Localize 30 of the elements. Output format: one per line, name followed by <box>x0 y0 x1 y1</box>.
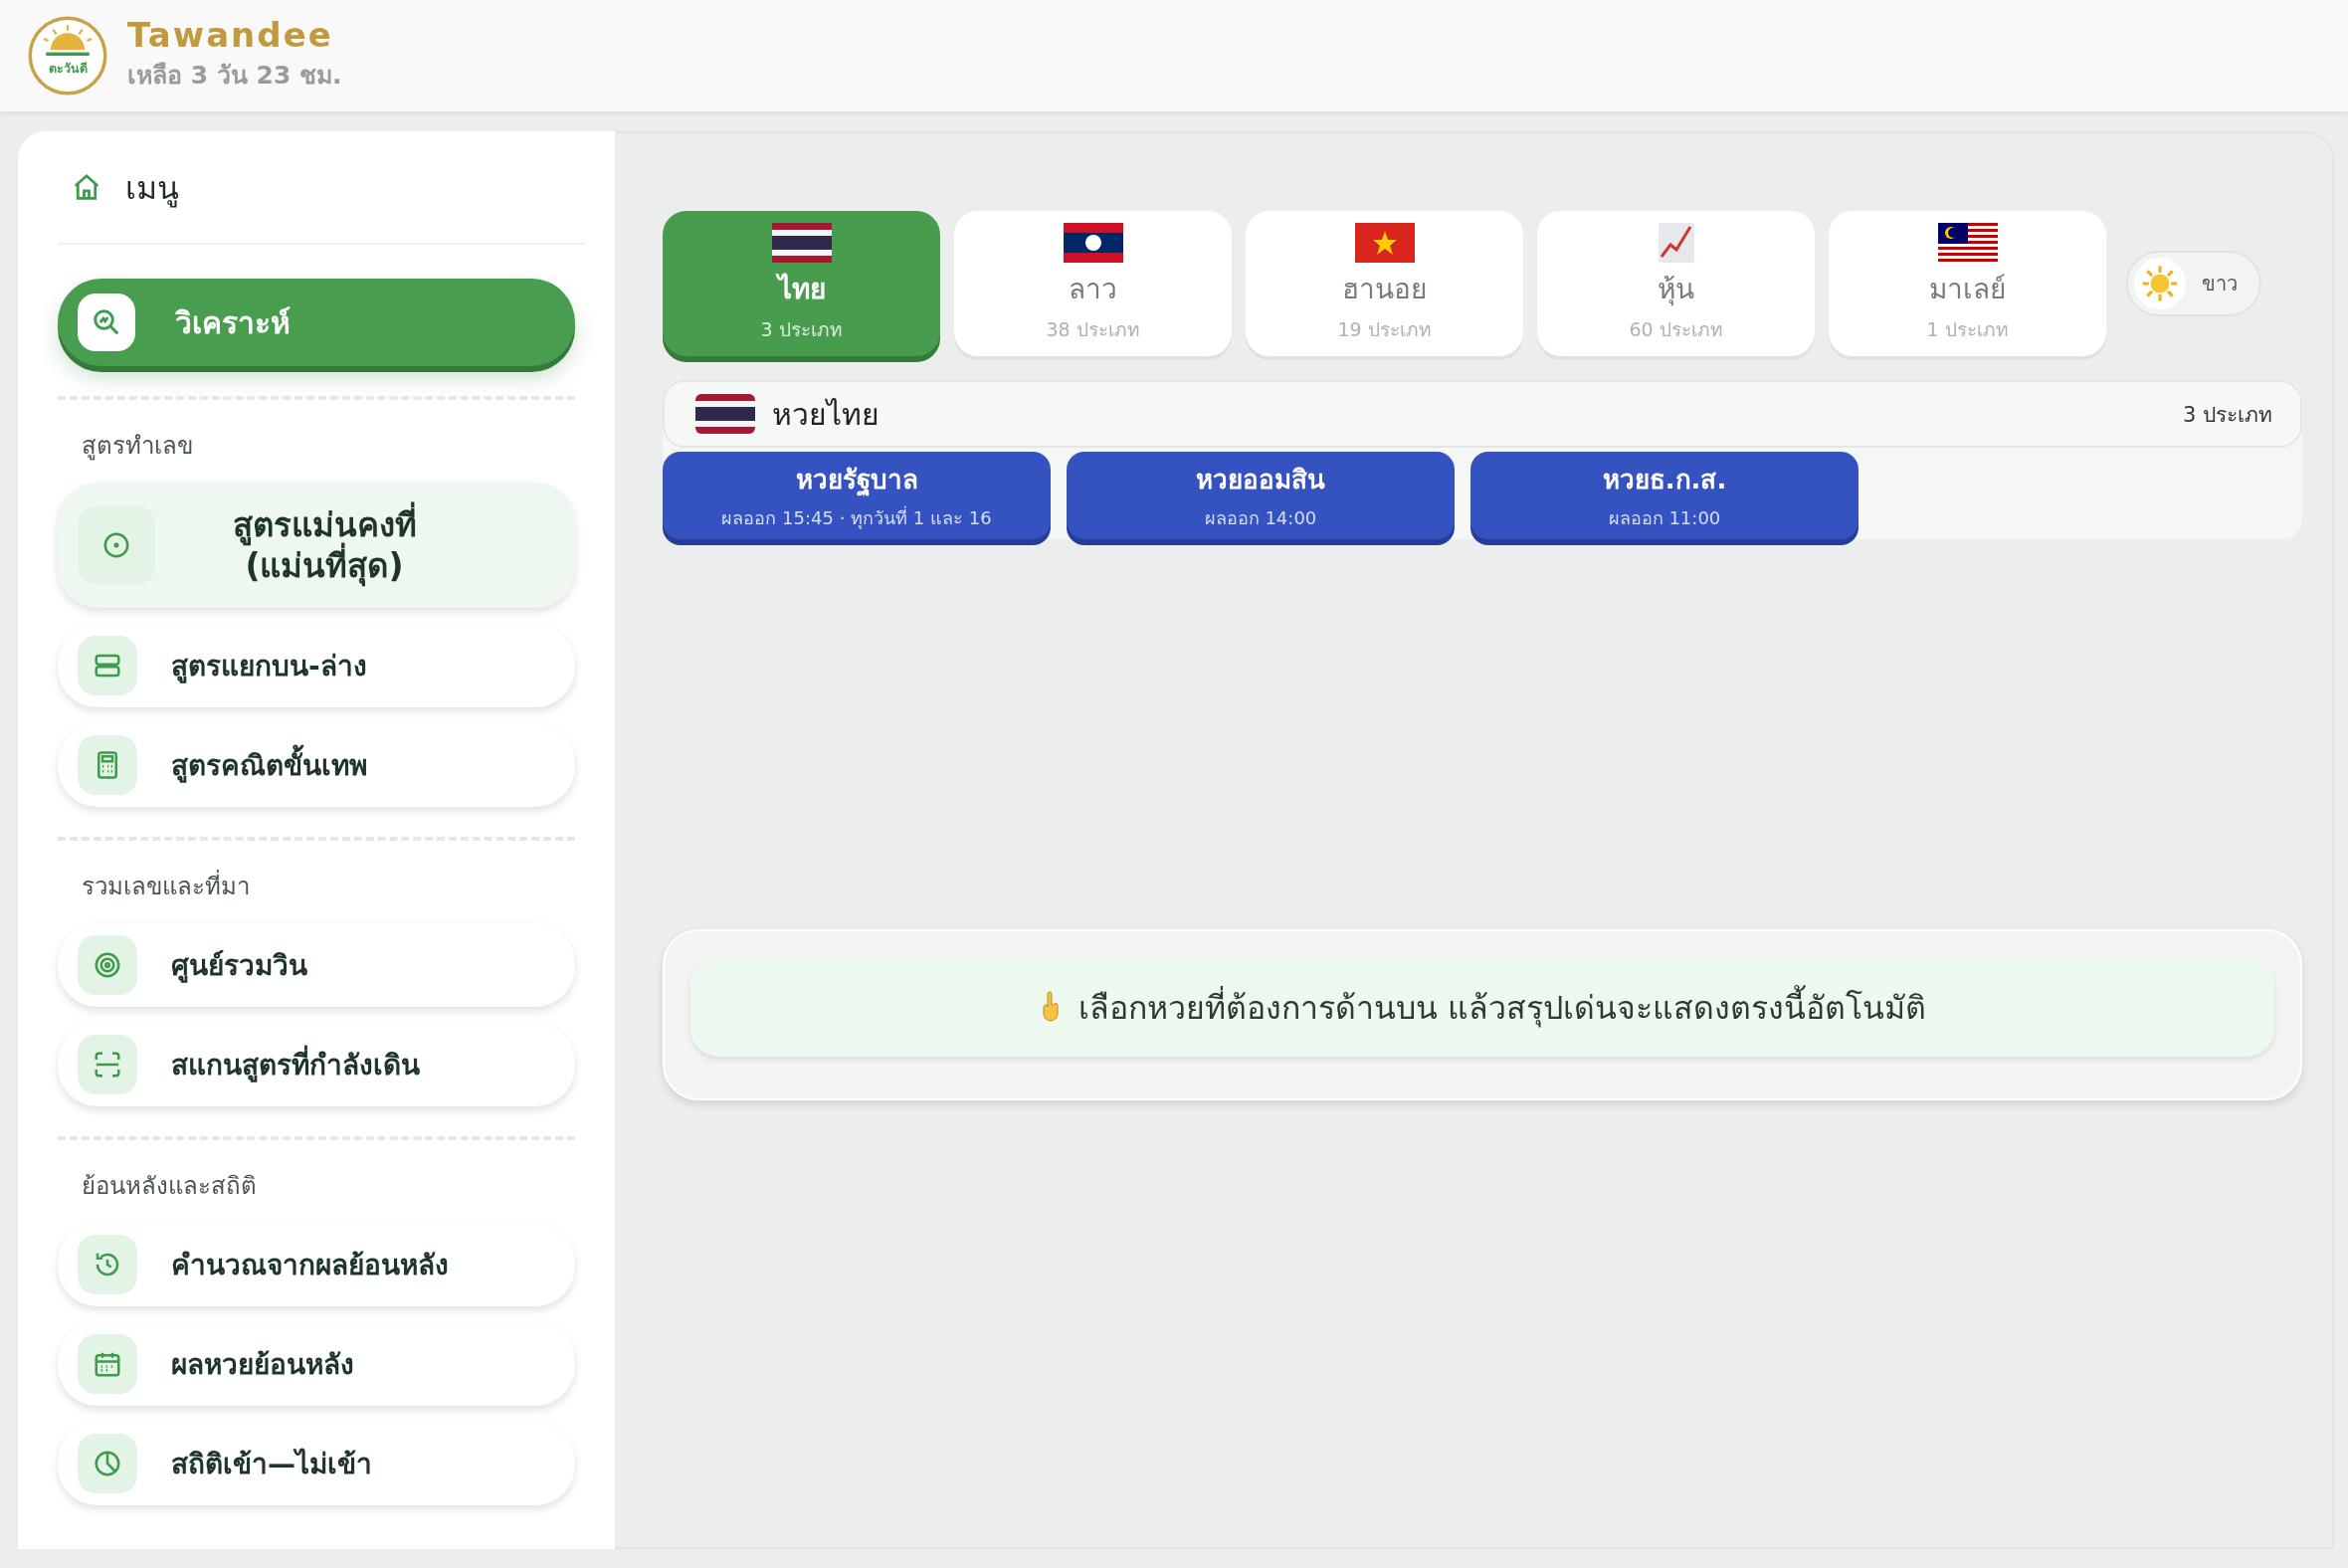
menu-title: เมนู <box>125 167 179 210</box>
menu-item[interactable]: สแกนสูตรที่กำลังเดิน <box>58 1023 575 1106</box>
thai-flag-icon <box>694 394 756 434</box>
menu-item[interactable]: สูตรแยกบน-ล่าง <box>58 624 575 707</box>
search-icon <box>92 307 121 337</box>
thai-flag-icon <box>770 223 833 263</box>
menu-item[interactable]: สูตรคณิตขั้นเทพ <box>58 723 575 807</box>
section-label: รวมเลขและที่มา <box>58 841 575 923</box>
theme-toggle[interactable]: ขาว <box>2126 251 2261 316</box>
menu-item[interactable]: ผลหวยย้อนหลัง <box>58 1322 575 1406</box>
group-count: 3 ประเภท <box>2182 401 2272 429</box>
malaysia-flag-icon <box>1936 223 1999 263</box>
pie-chart-icon <box>93 1449 122 1478</box>
sun-icon <box>2141 265 2179 302</box>
section-label: ย้อนหลังและสถิติ <box>81 1171 258 1202</box>
section-label: สูตรทำเลข <box>81 431 194 463</box>
notice-text: เลือกหวยที่ต้องการด้านบน แล้วสรุปเด่นจะแสดงตรงนี้อัตโนมัติ <box>1077 981 1927 1033</box>
group-title: หวยไทย <box>772 395 880 434</box>
countdown-text: เหลือ 3 วัน 23 ชม. <box>127 59 342 92</box>
home-icon <box>72 172 101 202</box>
sun-logo-icon: ตะวันดี <box>28 16 107 96</box>
scan-icon <box>93 1050 122 1079</box>
target-icon <box>101 530 131 560</box>
menu-item[interactable]: สถิติเข้า—ไม่เข้า <box>58 1422 575 1505</box>
lao-flag-icon <box>1062 223 1124 263</box>
brand-name: Tawandee <box>127 17 334 55</box>
bullseye-icon <box>93 950 122 980</box>
menu-item[interactable]: คำนวณจากผลย้อนหลัง <box>58 1223 575 1306</box>
menu-item[interactable]: ศูนย์รวมวิน <box>58 923 575 1007</box>
vietnam-flag-icon <box>1353 223 1416 263</box>
